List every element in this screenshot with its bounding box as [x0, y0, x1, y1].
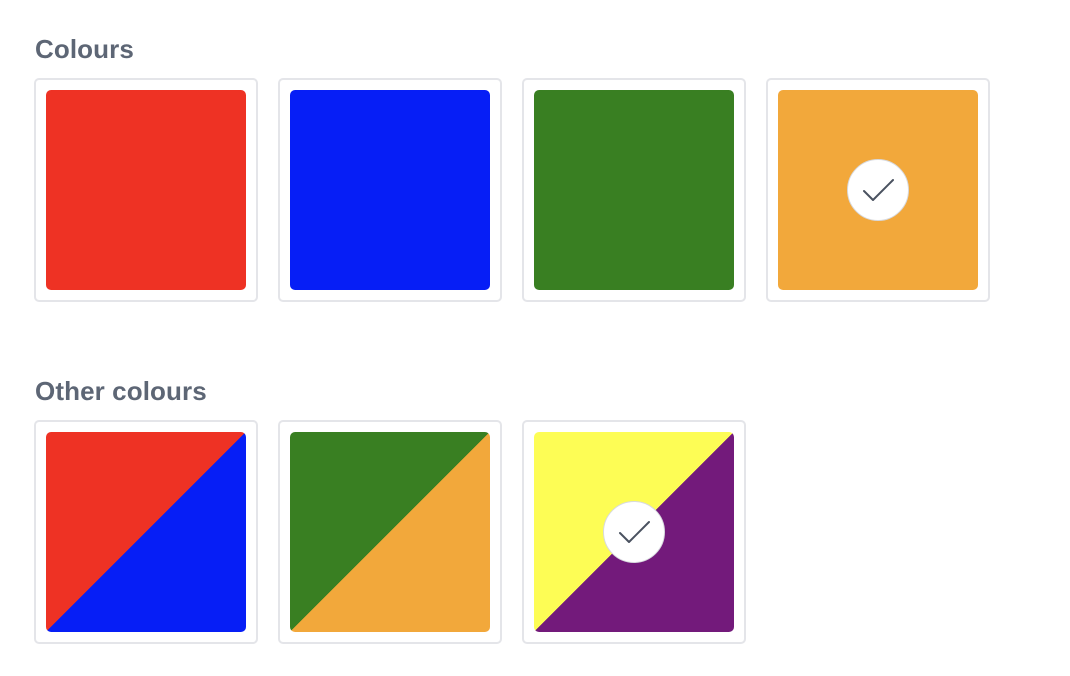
- swatch-color-fill: [534, 90, 734, 290]
- swatch-green-orange[interactable]: [278, 420, 502, 644]
- checkmark-icon: [847, 159, 909, 221]
- swatch-red[interactable]: [34, 78, 258, 302]
- swatch-color-fill: [46, 90, 246, 290]
- swatch-red-blue[interactable]: [34, 420, 258, 644]
- swatch-color-fill: [290, 90, 490, 290]
- swatch-color-fill: [290, 432, 490, 632]
- other-colour-swatch-group: [34, 420, 746, 644]
- swatch-color-fill: [46, 432, 246, 632]
- colour-swatch-group: [34, 78, 990, 302]
- swatch-green[interactable]: [522, 78, 746, 302]
- swatch-orange[interactable]: [766, 78, 990, 302]
- checkmark-icon: [603, 501, 665, 563]
- section-title-other-colours: Other colours: [35, 376, 207, 406]
- swatch-yellow-purple[interactable]: [522, 420, 746, 644]
- section-title-colours: Colours: [35, 34, 134, 64]
- swatch-blue[interactable]: [278, 78, 502, 302]
